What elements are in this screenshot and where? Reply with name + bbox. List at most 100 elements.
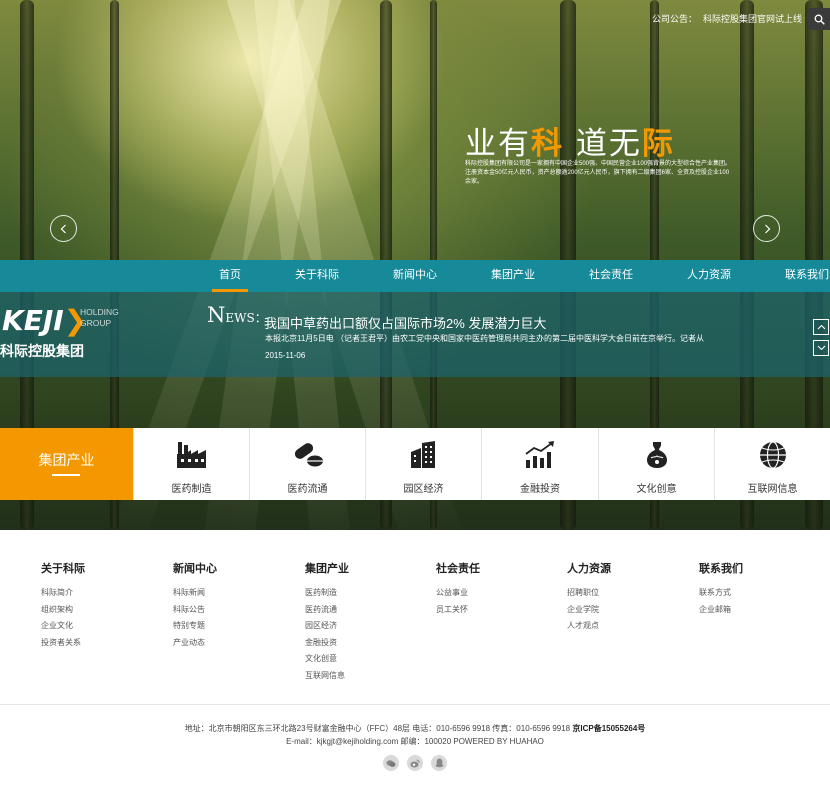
industry-item-internet[interactable]: 互联网信息 — [714, 428, 830, 500]
footer-link[interactable]: 招聘职位 — [567, 585, 611, 602]
logo-cn-name: 科际控股集团 — [0, 343, 84, 359]
notice-text[interactable]: 科际控股集团官网试上线 — [703, 14, 802, 24]
logo-wordmark: KEJI❯ — [2, 304, 88, 337]
footer-col-title[interactable]: 关于科际 — [41, 560, 85, 576]
footer-link[interactable]: 公益事业 — [436, 585, 480, 602]
industry-item-culture[interactable]: 文化创意 — [598, 428, 714, 500]
footer-link[interactable]: 互联网信息 — [305, 668, 349, 685]
icp-number[interactable]: 京ICP备15055264号 — [572, 724, 645, 733]
footer-col-about: 关于科际 科际简介 组织架构 企业文化 投资者关系 — [41, 560, 85, 651]
footer-link[interactable]: 园区经济 — [305, 618, 349, 635]
footer-col-hr: 人力资源 招聘职位 企业学院 人才观点 — [567, 560, 611, 635]
industry-item-finance[interactable]: 金融投资 — [481, 428, 598, 500]
company-logo[interactable]: KEJI❯ HOLDING GROUP 科际控股集团 — [0, 304, 160, 364]
qq-icon — [435, 758, 443, 768]
address-text: 地址：北京市朝阳区东三环北路23号财富金融中心（FFC）48层 电话：010-6… — [184, 724, 573, 733]
industry-label: 文化创意 — [636, 484, 677, 495]
industry-label: 园区经济 — [403, 484, 444, 495]
footer-col-title[interactable]: 人力资源 — [567, 560, 611, 576]
weibo-icon — [410, 759, 420, 767]
industry-label: 医药流通 — [287, 484, 328, 495]
next-slide-button[interactable] — [753, 215, 780, 242]
footer-link[interactable]: 科际公告 — [173, 602, 217, 619]
nav-item-contact[interactable]: 联系我们 — [778, 260, 830, 292]
vase-icon — [646, 442, 667, 468]
footer-link[interactable]: 联系方式 — [699, 585, 743, 602]
industry-label: 医药制造 — [171, 484, 212, 495]
footer-link[interactable]: 医药流通 — [305, 602, 349, 619]
wechat-button[interactable] — [383, 755, 399, 771]
copyright-line-2: E-mail：kjkgjt@kejiholding.com 邮编：100020 … — [286, 737, 544, 746]
news-date: 2015-11-06 — [265, 351, 306, 360]
footer-link[interactable]: 人才观点 — [567, 618, 611, 635]
footer-link[interactable]: 医药制造 — [305, 585, 349, 602]
page: 公司公告： 科际控股集团官网试上线 业有科 道无际 科际控股集团有限公司是一家拥有… — [0, 0, 830, 799]
logo-subtitle: HOLDING GROUP — [80, 307, 119, 328]
wechat-icon — [386, 759, 396, 767]
pills-icon — [294, 443, 323, 467]
search-button[interactable] — [808, 8, 830, 30]
news-band: KEJI❯ HOLDING GROUP 科际控股集团 NEWS： 我国中草药出口额… — [0, 292, 830, 377]
footer-col-title[interactable]: 新闻中心 — [173, 560, 217, 576]
footer-link[interactable]: 企业邮箱 — [699, 602, 743, 619]
copyright-line-1: 地址：北京市朝阳区东三环北路23号财富金融中心（FFC）48层 电话：010-6… — [0, 722, 830, 735]
footer-col-title[interactable]: 社会责任 — [436, 560, 480, 576]
chevron-right-icon — [764, 224, 770, 233]
slogan-text: 道无 — [564, 126, 642, 162]
chevron-left-icon — [60, 224, 66, 233]
search-icon — [814, 14, 825, 25]
footer-link[interactable]: 企业学院 — [567, 602, 611, 619]
nav-item-news[interactable]: 新闻中心 — [386, 260, 444, 292]
footer-link[interactable]: 科际新闻 — [173, 585, 217, 602]
footer-col-news: 新闻中心 科际新闻 科际公告 特别专题 产业动态 — [173, 560, 217, 651]
news-down-button[interactable] — [813, 340, 829, 356]
news-summary: 本报北京11月5日电 （记者王君平）由农工党中央和国家中医药管理局共同主办的第二… — [265, 334, 704, 343]
nav-item-about[interactable]: 关于科际 — [288, 260, 346, 292]
globe-icon — [759, 441, 786, 469]
chevron-down-icon — [817, 345, 825, 351]
footer-col-title[interactable]: 联系我们 — [699, 560, 743, 576]
factory-icon — [176, 442, 206, 468]
slogan-highlight: 科 — [531, 126, 564, 162]
footer-col-responsibility: 社会责任 公益事业 员工关怀 — [436, 560, 480, 618]
nav-item-industry[interactable]: 集团产业 — [484, 260, 542, 292]
nav-item-hr[interactable]: 人力资源 — [680, 260, 738, 292]
footer-link[interactable]: 投资者关系 — [41, 635, 85, 652]
news-up-button[interactable] — [813, 319, 829, 335]
industry-label: 互联网信息 — [747, 484, 798, 495]
nav-item-responsibility[interactable]: 社会责任 — [582, 260, 640, 292]
chevron-up-icon — [817, 324, 825, 330]
footer-link[interactable]: 组织架构 — [41, 602, 85, 619]
bar-chart-icon — [525, 441, 554, 468]
footer-link[interactable]: 企业文化 — [41, 618, 85, 635]
hero-description: 科际控股集团有限公司是一家拥有中国企业500强、中国民营企业100强背景的大型综… — [465, 161, 732, 185]
hero-slogan: 业有科 道无际 — [465, 118, 675, 163]
news-title[interactable]: 我国中草药出口额仅占国际市场2% 发展潜力巨大 — [264, 313, 546, 332]
footer-links: 关于科际 科际简介 组织架构 企业文化 投资者关系 新闻中心 科际新闻 科际公告… — [0, 530, 830, 705]
main-nav: 首页 关于科际 新闻中心 集团产业 社会责任 人力资源 联系我们 — [0, 260, 830, 292]
industry-heading: 集团产业 — [0, 428, 133, 500]
footer-link[interactable]: 金融投资 — [305, 635, 349, 652]
industry-item-park-economy[interactable]: 园区经济 — [365, 428, 481, 500]
footer-link[interactable]: 文化创意 — [305, 651, 349, 668]
notice-bar: 公司公告： 科际控股集团官网试上线 — [652, 12, 802, 25]
footer-link[interactable]: 科际简介 — [41, 585, 85, 602]
buildings-icon — [410, 441, 435, 468]
footer-link[interactable]: 产业动态 — [173, 635, 217, 652]
weibo-button[interactable] — [407, 755, 423, 771]
slogan-text: 业有 — [465, 126, 531, 162]
slogan-highlight: 际 — [641, 126, 675, 162]
copyright: 地址：北京市朝阳区东三环北路23号财富金融中心（FFC）48层 电话：010-6… — [0, 722, 830, 748]
footer-col-contact: 联系我们 联系方式 企业邮箱 — [699, 560, 743, 618]
nav-item-home[interactable]: 首页 — [212, 260, 248, 292]
footer-col-title[interactable]: 集团产业 — [305, 560, 349, 576]
industry-label: 金融投资 — [520, 484, 560, 495]
qq-button[interactable] — [431, 755, 447, 771]
prev-slide-button[interactable] — [50, 215, 77, 242]
footer-link[interactable]: 员工关怀 — [436, 602, 480, 619]
footer-link[interactable]: 特别专题 — [173, 618, 217, 635]
industry-item-pharma-distribution[interactable]: 医药流通 — [249, 428, 365, 500]
industry-item-pharma-manufacturing[interactable]: 医药制造 — [133, 428, 249, 500]
notice-label: 公司公告： — [651, 14, 697, 24]
news-tag: NEWS： — [207, 303, 267, 327]
